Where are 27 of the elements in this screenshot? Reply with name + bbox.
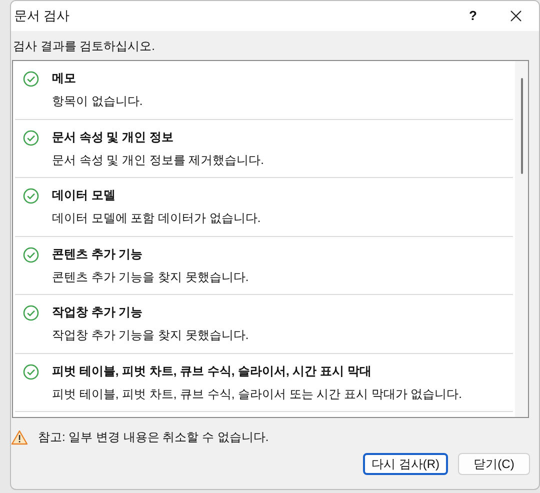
note-text: 참고: 일부 변경 내용은 취소할 수 없습니다. [38, 429, 269, 446]
result-detail: 콘텐츠 추가 기능을 찾지 못했습니다. [52, 268, 249, 286]
reinspect-button[interactable]: 다시 검사(R) [363, 453, 448, 475]
help-button[interactable]: ? [453, 1, 493, 31]
close-dialog-button[interactable]: 닫기(C) [458, 453, 530, 475]
result-detail: 데이터 모델에 포함 데이터가 없습니다. [52, 210, 261, 227]
result-title: 작업창 추가 기능 [52, 304, 144, 321]
result-title: 피벗 테이블, 피벗 차트, 큐브 수식, 슬라이서, 시간 표시 막대 [52, 362, 372, 380]
close-icon [510, 10, 522, 22]
check-circle-icon [23, 305, 39, 321]
warning-icon [11, 430, 28, 444]
check-circle-icon [23, 188, 39, 204]
check-circle-icon [23, 130, 39, 146]
check-circle-icon [23, 71, 39, 87]
check-circle-icon [23, 364, 39, 380]
result-title: 콘텐츠 추가 기능 [52, 246, 144, 262]
result-title: 데이터 모델 [52, 187, 116, 204]
check-circle-icon [23, 246, 39, 262]
result-detail: 항목이 없습니다. [52, 93, 143, 110]
window-title: 문서 검사 [14, 7, 71, 26]
result-detail: 문서 속성 및 개인 정보를 제거했습니다. [52, 152, 264, 168]
scrollbar[interactable] [515, 61, 528, 417]
result-detail: 작업창 추가 기능을 찾지 못했습니다. [52, 327, 249, 344]
result-title: 메모 [52, 70, 77, 87]
result-detail: 피벗 테이블, 피벗 차트, 큐브 수식, 슬라이서 또는 시간 표시 막대가 없습니다. [52, 386, 462, 402]
instruction-text: 검사 결과를 검토하십시오. [12, 38, 156, 55]
result-title: 문서 속성 및 개인 정보 [52, 128, 174, 146]
